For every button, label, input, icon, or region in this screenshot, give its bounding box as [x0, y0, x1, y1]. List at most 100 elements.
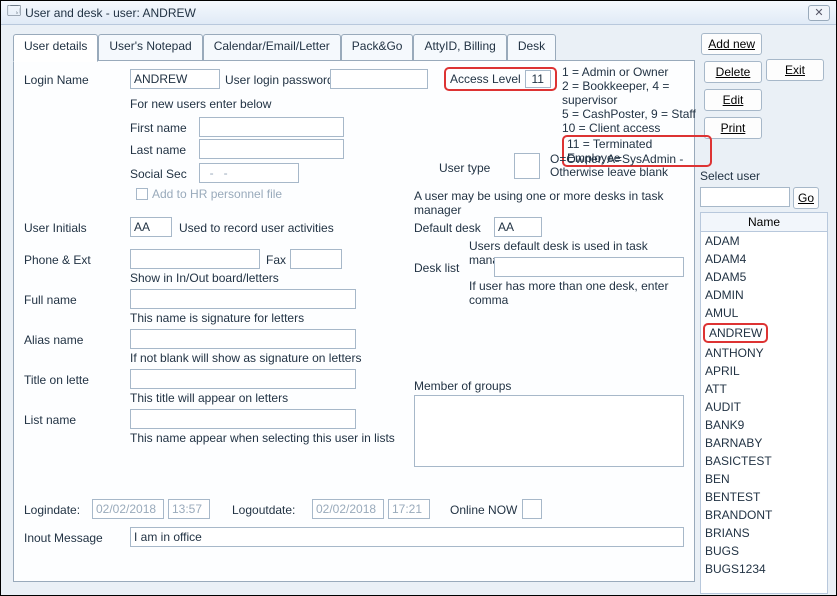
exit-button[interactable]: Exit — [766, 59, 824, 81]
go-button[interactable]: Go — [793, 187, 819, 209]
label-list-name: List name — [24, 413, 76, 427]
member-groups-textarea[interactable] — [414, 395, 684, 467]
legend-line-1: 1 = Admin or Owner — [562, 65, 712, 79]
phone-input[interactable] — [130, 249, 260, 269]
access-level-highlight: Access Level — [444, 67, 557, 91]
list-name-input[interactable] — [130, 409, 356, 429]
user-details-panel: Login Name User login password Access Le… — [13, 60, 695, 582]
select-user-panel: Select user Go Name ADAMADAM4ADAM5ADMINA… — [700, 169, 828, 594]
password-input[interactable] — [330, 69, 428, 89]
tab-strip: User details User's Notepad Calendar/Ema… — [13, 33, 695, 61]
user-list-item[interactable]: BANK9 — [701, 416, 827, 434]
user-initials-input[interactable] — [130, 217, 172, 237]
user-list-header[interactable]: Name — [700, 212, 828, 232]
default-desk-input[interactable] — [494, 217, 542, 237]
label-default-desk: Default desk — [414, 221, 481, 235]
initials-hint: Used to record user activities — [179, 221, 334, 235]
login-name-input[interactable] — [130, 69, 220, 89]
user-list-item[interactable]: AUDIT — [701, 398, 827, 416]
user-list-item[interactable]: BUGS — [701, 542, 827, 560]
desk-list-input[interactable] — [494, 257, 684, 277]
tab-attyid-billing[interactable]: AttyID, Billing — [413, 34, 506, 62]
full-name-input[interactable] — [130, 289, 356, 309]
label-full-name: Full name — [24, 293, 77, 307]
label-access-level: Access Level — [450, 72, 521, 86]
user-list-item-selected[interactable]: ANDREW — [703, 323, 768, 343]
user-list-item[interactable]: ADAM5 — [701, 268, 827, 286]
user-list-item[interactable]: BRANDONT — [701, 506, 827, 524]
label-add-hr: Add to HR personnel file — [152, 187, 282, 201]
user-list-item[interactable]: AMUL — [701, 304, 827, 322]
label-fax: Fax — [266, 253, 286, 267]
logindate-time-input[interactable] — [168, 499, 210, 519]
window-close-button[interactable]: ✕ — [808, 5, 830, 21]
label-logoutdate: Logoutdate: — [232, 503, 295, 517]
user-list-item[interactable]: BRIANS — [701, 524, 827, 542]
app-icon: 🗔 — [7, 2, 21, 24]
title-bar: 🗔 User and desk - user: ANDREW ✕ — [1, 1, 836, 25]
user-list-item[interactable]: BUGS1234 — [701, 560, 827, 578]
label-logindate: Logindate: — [24, 503, 80, 517]
user-list-item[interactable]: BASICTEST — [701, 452, 827, 470]
label-user-type: User type — [439, 161, 490, 175]
label-user-login-password: User login password — [225, 73, 334, 87]
show-in-out-hint: Show in In/Out board/letters — [130, 271, 279, 285]
label-last-name: Last name — [130, 143, 186, 157]
alias-name-input[interactable] — [130, 329, 356, 349]
desk-list-hint: If user has more than one desk, enter co… — [469, 279, 694, 307]
user-list-item[interactable]: ADMIN — [701, 286, 827, 304]
full-name-hint: This name is signature for letters — [130, 311, 304, 325]
label-member-groups: Member of groups — [414, 379, 511, 393]
list-name-hint: This name appear when selecting this use… — [130, 431, 395, 445]
title-lette-input[interactable] — [130, 369, 356, 389]
inout-msg-input[interactable] — [130, 527, 684, 547]
user-list-item[interactable]: APRIL — [701, 362, 827, 380]
tab-desk[interactable]: Desk — [507, 34, 556, 62]
title-hint: This title will appear on letters — [130, 391, 288, 405]
user-list-item[interactable]: BEN — [701, 470, 827, 488]
add-hr-checkbox[interactable] — [136, 188, 148, 200]
access-level-input[interactable] — [525, 70, 551, 88]
tab-calendar-email-letter[interactable]: Calendar/Email/Letter — [203, 34, 341, 62]
desks-note: A user may be using one or more desks in… — [414, 189, 694, 217]
user-list-item[interactable]: ADAM — [701, 232, 827, 250]
user-list-item[interactable]: ADAM4 — [701, 250, 827, 268]
label-login-name: Login Name — [24, 73, 89, 87]
window-title-text: User and desk - user: ANDREW — [25, 6, 196, 20]
label-phone-ext: Phone & Ext — [24, 253, 91, 267]
user-type-input[interactable] — [514, 153, 540, 179]
tab-packgo[interactable]: Pack&Go — [341, 34, 414, 62]
online-now-input[interactable] — [522, 499, 542, 519]
logoutdate-date-input[interactable] — [312, 499, 384, 519]
label-social-sec: Social Sec — [130, 167, 187, 181]
fax-input[interactable] — [290, 249, 342, 269]
legend-line-4: 10 = Client access — [562, 121, 712, 135]
user-list[interactable]: ADAMADAM4ADAM5ADMINAMULANDREWANTHONYAPRI… — [700, 232, 828, 594]
print-button[interactable]: Print — [704, 117, 762, 139]
label-user-initials: User Initials — [24, 221, 87, 235]
select-user-search-input[interactable] — [700, 187, 790, 207]
delete-button[interactable]: Delete — [704, 61, 762, 83]
user-list-item[interactable]: BARNABY — [701, 434, 827, 452]
label-alias-name: Alias name — [24, 333, 83, 347]
label-title-lette: Title on lette — [24, 373, 89, 387]
alias-hint: If not blank will show as signature on l… — [130, 351, 361, 365]
user-list-item[interactable]: BENTEST — [701, 488, 827, 506]
edit-button[interactable]: Edit — [704, 89, 762, 111]
legend-line-3: 5 = CashPoster, 9 = Staff — [562, 107, 712, 121]
label-for-new-users: For new users enter below — [130, 97, 271, 111]
user-list-item[interactable]: ANTHONY — [701, 344, 827, 362]
label-select-user: Select user — [700, 169, 828, 183]
social-sec-input[interactable] — [199, 163, 299, 183]
logoutdate-time-input[interactable] — [388, 499, 430, 519]
user-list-item[interactable]: ATT — [701, 380, 827, 398]
first-name-input[interactable] — [199, 117, 344, 137]
tab-user-notepad[interactable]: User's Notepad — [98, 34, 202, 62]
tab-user-details[interactable]: User details — [13, 34, 98, 62]
label-inout-msg: Inout Message — [24, 531, 103, 545]
window-title: 🗔 User and desk - user: ANDREW — [7, 2, 196, 24]
add-new-button[interactable]: Add new — [701, 33, 762, 55]
last-name-input[interactable] — [199, 139, 344, 159]
logindate-date-input[interactable] — [92, 499, 164, 519]
app-window: 🗔 User and desk - user: ANDREW ✕ Add new… — [0, 0, 837, 596]
